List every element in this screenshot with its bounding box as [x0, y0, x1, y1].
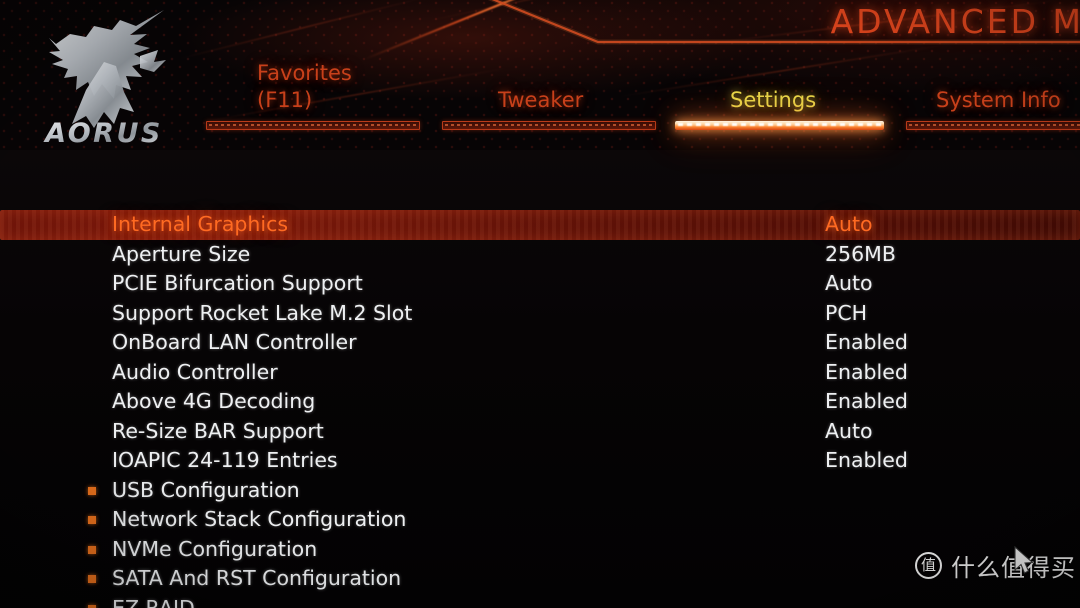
settings-row-value[interactable]: Enabled — [825, 358, 908, 387]
tab-favorites-sublabel: (F11) — [257, 88, 313, 112]
settings-row-value[interactable]: Auto — [825, 269, 873, 298]
tab-settings-label: Settings — [730, 88, 817, 112]
settings-row[interactable]: Internal Graphics Auto — [0, 210, 1080, 240]
settings-row[interactable]: Above 4G Decoding Enabled — [0, 387, 1080, 417]
settings-row[interactable]: Re-Size BAR Support Auto — [0, 417, 1080, 447]
tab-tweaker-underline — [442, 121, 656, 130]
tab-favorites-underline — [206, 121, 420, 130]
settings-row-label: EZ RAID — [112, 595, 195, 608]
watermark-badge-icon: 值 — [915, 552, 942, 579]
tab-settings[interactable]: Settings — [675, 60, 884, 130]
settings-row[interactable]: Support Rocket Lake M.2 Slot PCH — [0, 299, 1080, 329]
settings-row-label: SATA And RST Configuration — [112, 566, 402, 591]
submenu-bullet-icon — [88, 516, 96, 524]
submenu-bullet-icon — [88, 604, 96, 608]
settings-row[interactable]: USB Configuration — [0, 476, 1080, 506]
tab-favorites[interactable]: Favorites (F11) — [206, 60, 420, 130]
settings-row-label: OnBoard LAN Controller — [112, 330, 357, 355]
tab-system-info-label: System Info — [936, 88, 1061, 112]
settings-row-value[interactable]: Enabled — [825, 328, 908, 357]
site-watermark: 值 什么值得买 — [915, 548, 1076, 583]
settings-row-value[interactable]: 256MB — [825, 240, 896, 269]
settings-row-value[interactable]: Enabled — [825, 387, 908, 416]
settings-row[interactable]: IOAPIC 24-119 Entries Enabled — [0, 446, 1080, 476]
settings-row[interactable]: Aperture Size 256MB — [0, 240, 1080, 270]
settings-row-label: Above 4G Decoding — [112, 389, 316, 414]
settings-row[interactable]: EZ RAID — [0, 594, 1080, 608]
settings-row-label: PCIE Bifurcation Support — [112, 271, 363, 296]
settings-row[interactable]: Network Stack Configuration — [0, 505, 1080, 535]
mouse-cursor-icon — [1014, 546, 1034, 574]
tab-tweaker-label: Tweaker — [498, 88, 584, 112]
tab-tweaker[interactable]: Tweaker — [442, 60, 656, 130]
settings-row-label: Support Rocket Lake M.2 Slot — [112, 300, 413, 325]
settings-row-label: USB Configuration — [112, 477, 300, 502]
submenu-bullet-icon — [88, 486, 96, 495]
settings-row-value[interactable]: PCH — [825, 299, 867, 328]
settings-row-label: Network Stack Configuration — [112, 507, 407, 532]
settings-row[interactable]: OnBoard LAN Controller Enabled — [0, 328, 1080, 358]
settings-row-value[interactable]: Auto — [825, 210, 873, 239]
tab-system-info[interactable]: System Info — [906, 60, 1080, 130]
settings-row-value[interactable]: Auto — [825, 417, 873, 446]
settings-row-value[interactable]: Enabled — [825, 446, 908, 475]
settings-row-label: Internal Graphics — [112, 212, 289, 237]
main-tab-bar: Favorites (F11) Tweaker Settings System … — [0, 60, 1080, 145]
settings-row[interactable]: Audio Controller Enabled — [0, 358, 1080, 388]
settings-row[interactable]: PCIE Bifurcation Support Auto — [0, 269, 1080, 299]
tab-system-info-underline — [906, 121, 1080, 130]
settings-row-label: Audio Controller — [112, 359, 278, 384]
tab-settings-underline — [675, 121, 884, 130]
tab-favorites-label: Favorites — [257, 61, 352, 85]
settings-row-label: NVMe Configuration — [112, 536, 318, 561]
settings-row-label: Re-Size BAR Support — [112, 418, 324, 443]
settings-row-label: Aperture Size — [112, 241, 251, 266]
page-title: ADVANCED M — [830, 2, 1080, 41]
submenu-bullet-icon — [88, 575, 96, 583]
submenu-bullet-icon — [88, 545, 96, 554]
settings-row-label: IOAPIC 24-119 Entries — [112, 448, 338, 473]
